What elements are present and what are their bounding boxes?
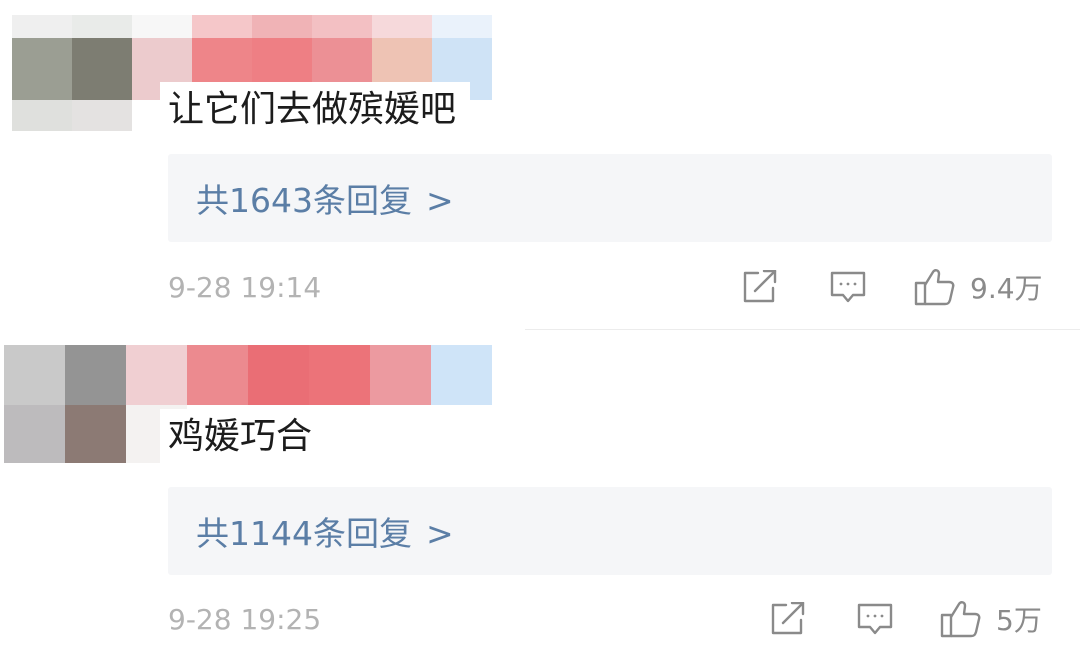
avatar-pixel — [65, 345, 126, 405]
avatar-pixel — [12, 100, 72, 131]
view-replies-link[interactable]: 共1144条回复 > — [196, 507, 454, 555]
like-count: 9.4万 — [970, 272, 1043, 305]
comment-item: 让它们去做殡媛吧 共1643条回复 > 9-28 19:14 9.4万 — [0, 0, 1080, 330]
timestamp: 9-28 19:25 — [168, 602, 322, 636]
share-icon — [743, 270, 777, 303]
avatar-pixel — [309, 345, 370, 405]
avatar-pixel — [4, 345, 65, 405]
avatar-pixel — [370, 405, 431, 463]
share-button[interactable] — [770, 602, 806, 636]
like-count: 5万 — [996, 604, 1042, 637]
share-button[interactable] — [742, 270, 778, 304]
reply-summary-box[interactable]: 共1144条回复 > — [168, 487, 1052, 575]
avatar-pixel — [72, 38, 132, 100]
avatar-pixel — [12, 15, 72, 38]
comment-text: 鸡媛巧合 — [160, 409, 327, 465]
avatar-pixel — [372, 15, 432, 38]
thumbs-up-icon — [914, 269, 955, 306]
avatar-pixel — [252, 15, 312, 38]
comment-icon — [857, 603, 893, 635]
like-button[interactable]: 5万 — [940, 599, 1042, 639]
thumbs-up-icon — [940, 601, 981, 638]
like-button[interactable]: 9.4万 — [914, 267, 1043, 307]
avatar-pixel — [431, 345, 492, 405]
avatar-pixel — [312, 15, 372, 38]
avatar-pixel — [126, 345, 187, 405]
avatar-pixel — [12, 38, 72, 100]
avatar-pixel — [72, 100, 132, 131]
avatar-pixel — [132, 15, 192, 38]
avatar-pixel — [431, 405, 492, 463]
comment-text: 让它们去做殡媛吧 — [160, 82, 471, 138]
comment-button[interactable] — [856, 602, 894, 636]
chevron-right-icon: > — [425, 181, 454, 220]
reply-summary-box[interactable]: 共1643条回复 > — [168, 154, 1052, 242]
comment-item: 鸡媛巧合 共1144条回复 > 9-28 19:25 5万 — [0, 331, 1080, 652]
timestamp: 9-28 19:14 — [168, 270, 322, 304]
comment-button[interactable] — [829, 270, 867, 304]
avatar-pixel — [187, 345, 248, 405]
share-icon — [771, 602, 805, 635]
comment-icon — [830, 271, 866, 303]
divider — [525, 329, 1080, 330]
reply-count-label: 共1144条回复 — [196, 514, 412, 553]
avatar-pixel — [4, 405, 65, 463]
avatar-pixel — [432, 15, 492, 38]
avatar-pixel — [65, 405, 126, 463]
comment-meta-row: 9-28 19:25 5万 — [0, 594, 1080, 644]
avatar-pixel — [370, 345, 431, 405]
avatar-pixel — [248, 345, 309, 405]
reply-count-label: 共1643条回复 — [196, 181, 412, 220]
view-replies-link[interactable]: 共1643条回复 > — [196, 174, 454, 222]
avatar-pixel — [72, 15, 132, 38]
avatar-pixel — [192, 15, 252, 38]
comment-meta-row: 9-28 19:14 9.4万 — [0, 262, 1080, 312]
chevron-right-icon: > — [425, 514, 454, 553]
